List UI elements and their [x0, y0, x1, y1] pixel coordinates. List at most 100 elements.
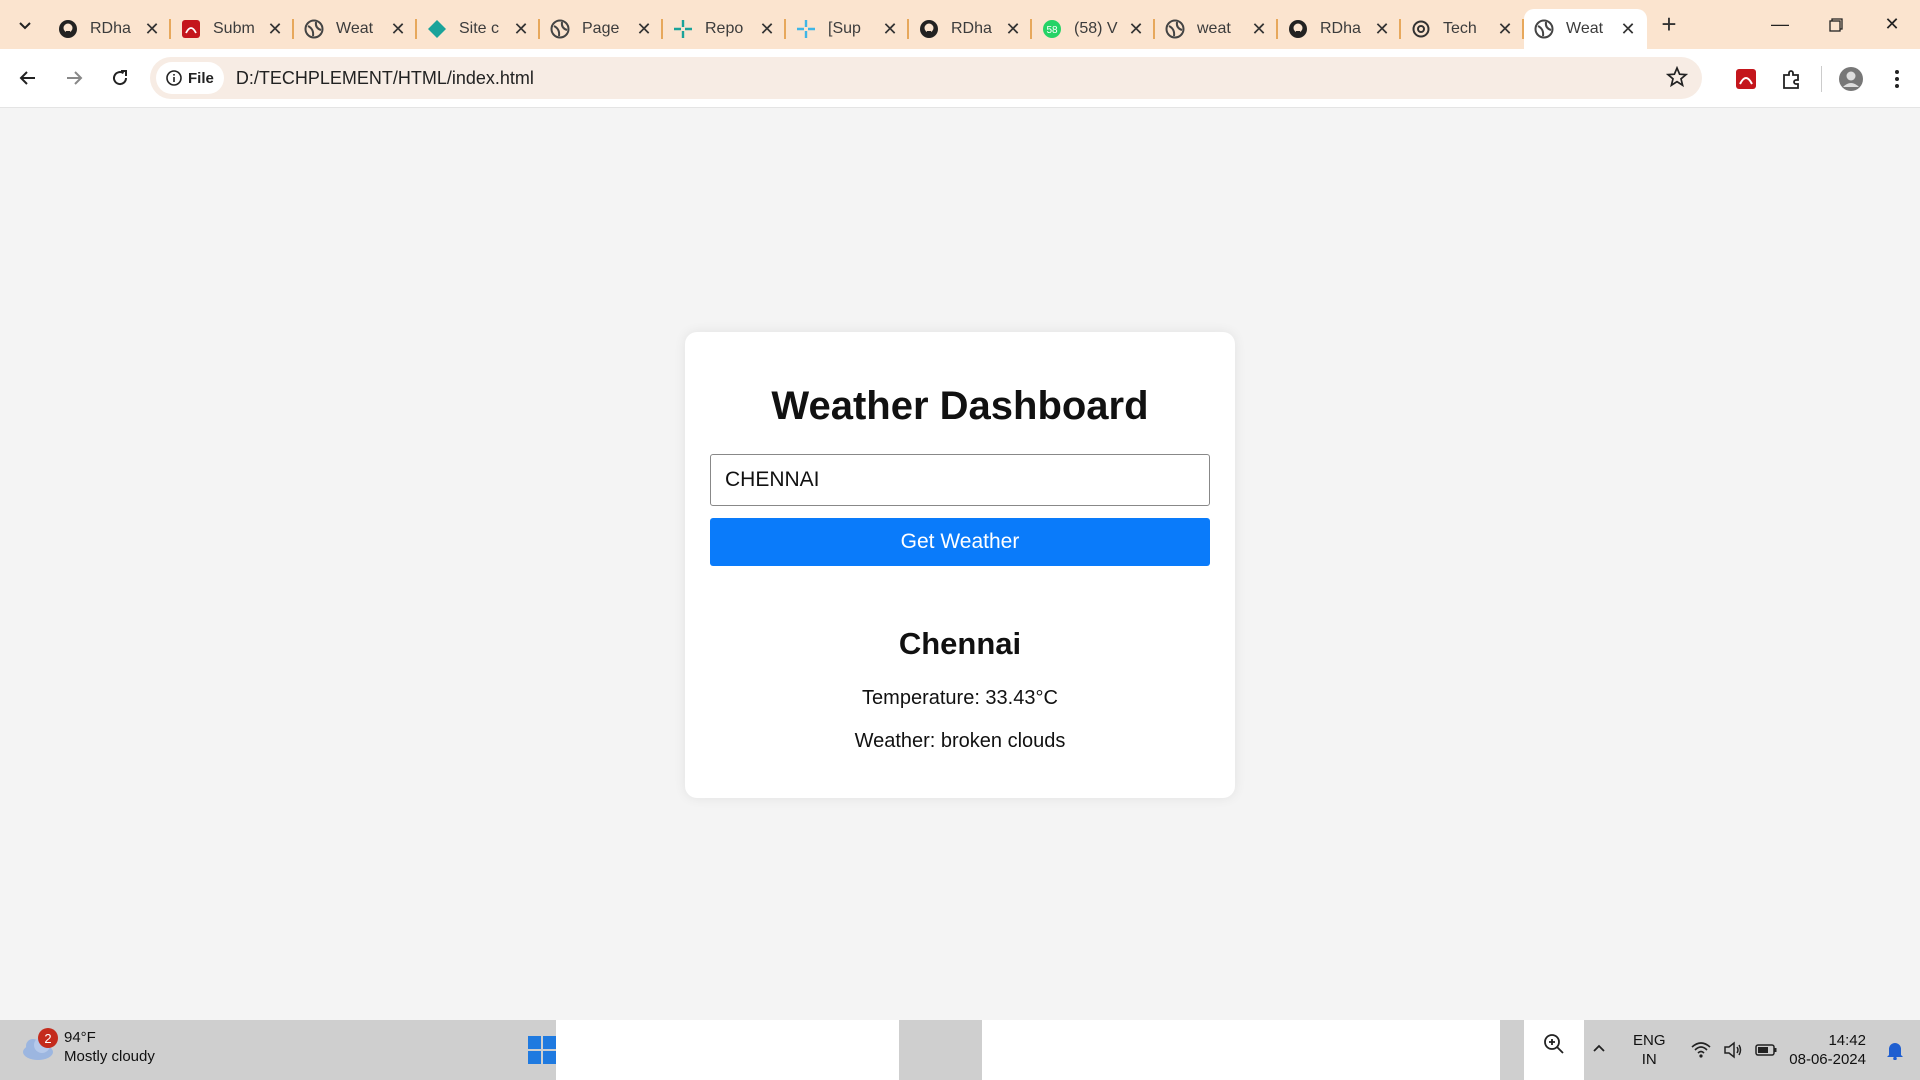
tab-3[interactable]: Weat ✕ — [294, 9, 417, 49]
cloud-icon: 2 — [20, 1028, 58, 1062]
city-input[interactable] — [710, 454, 1210, 506]
get-weather-button[interactable]: Get Weather — [710, 518, 1210, 566]
site-info-chip[interactable]: File — [156, 62, 224, 94]
restore-button[interactable] — [1808, 0, 1864, 49]
tab-7[interactable]: [Sup ✕ — [786, 9, 909, 49]
tab-5[interactable]: Page ✕ — [540, 9, 663, 49]
close-icon[interactable]: ✕ — [143, 19, 161, 40]
forward-button[interactable] — [52, 56, 96, 100]
zoom-in-icon — [1544, 1034, 1564, 1054]
more-vertical-icon — [1895, 69, 1899, 88]
menu-button[interactable] — [1874, 57, 1920, 101]
tab-title: Site c — [459, 20, 500, 37]
minimize-button[interactable]: — — [1752, 0, 1808, 49]
globe-icon — [1165, 19, 1185, 39]
close-icon[interactable]: ✕ — [266, 19, 284, 40]
lang-line2: IN — [1641, 1051, 1657, 1068]
globe-icon — [1534, 19, 1554, 39]
show-hidden-icons-button[interactable] — [1579, 1041, 1619, 1059]
taskbar-app-preview[interactable] — [982, 1020, 1500, 1080]
close-icon[interactable]: ✕ — [1127, 19, 1145, 40]
clock-time: 14:42 — [1828, 1032, 1866, 1049]
info-icon — [166, 70, 182, 86]
tray-icons[interactable] — [1691, 1041, 1777, 1059]
taskbar: 2 94°F Mostly cloudy ENG IN 14:42 08-06-… — [0, 1020, 1920, 1080]
tab-1[interactable]: RDha ✕ — [48, 9, 171, 49]
chevron-up-icon — [1593, 1044, 1605, 1052]
tab-title: Weat — [336, 20, 374, 37]
arrow-right-icon — [67, 71, 83, 85]
close-icon[interactable]: ✕ — [758, 19, 776, 40]
back-button[interactable] — [6, 56, 50, 100]
pdf-extension-button[interactable] — [1723, 57, 1769, 101]
tab-title: [Sup — [828, 20, 861, 37]
tab-title: RDha — [951, 20, 992, 37]
tab-title: Page — [582, 20, 620, 37]
profile-button[interactable] — [1828, 57, 1874, 101]
address-bar[interactable]: File D:/TECHPLEMENT/HTML/index.html — [150, 57, 1702, 99]
weather-temp: 94°F — [64, 1029, 96, 1046]
sparkle-icon — [796, 19, 816, 39]
notifications-bell-icon[interactable] — [1880, 1040, 1910, 1060]
close-icon[interactable]: ✕ — [1373, 19, 1391, 40]
tab-8[interactable]: RDha ✕ — [909, 9, 1032, 49]
notification-badge: 2 — [38, 1028, 58, 1048]
wifi-icon — [1691, 1042, 1711, 1058]
tab-10[interactable]: weat ✕ — [1155, 9, 1278, 49]
tab-title: RDha — [90, 20, 131, 37]
github-icon — [919, 19, 939, 39]
tab-strip: RDha ✕ Subm ✕ Weat ✕ Site c ✕ Page ✕ Rep… — [0, 0, 1920, 49]
volume-icon — [1724, 1041, 1742, 1059]
reload-button[interactable] — [98, 56, 142, 100]
close-icon[interactable]: ✕ — [1496, 19, 1514, 40]
window-controls: — ✕ — [1752, 0, 1920, 49]
github-icon — [1288, 19, 1308, 39]
close-icon[interactable]: ✕ — [1619, 19, 1637, 40]
weather-desc: Mostly cloudy — [64, 1048, 155, 1065]
tab-4[interactable]: Site c ✕ — [417, 9, 540, 49]
close-icon[interactable]: ✕ — [1004, 19, 1022, 40]
close-window-button[interactable]: ✕ — [1864, 0, 1920, 49]
clock[interactable]: 14:42 08-06-2024 — [1789, 1031, 1866, 1069]
browser-toolbar: File D:/TECHPLEMENT/HTML/index.html — [0, 49, 1920, 108]
tab-title: Weat — [1566, 20, 1604, 37]
close-icon[interactable]: ✕ — [389, 19, 407, 40]
reload-icon — [113, 70, 128, 86]
url-text[interactable]: D:/TECHPLEMENT/HTML/index.html — [236, 68, 534, 89]
github-icon — [58, 19, 78, 39]
globe-icon — [304, 19, 324, 39]
bookmark-star-icon[interactable] — [1665, 65, 1689, 93]
close-icon[interactable]: ✕ — [635, 19, 653, 40]
lang-line1: ENG — [1633, 1032, 1666, 1049]
tab-11[interactable]: RDha ✕ — [1278, 9, 1401, 49]
taskbar-zoom-button[interactable] — [1524, 1020, 1584, 1080]
close-icon[interactable]: ✕ — [512, 19, 530, 40]
tab-9[interactable]: 58 (58) V ✕ — [1032, 9, 1155, 49]
tab-title: Subm — [213, 20, 255, 37]
close-icon[interactable]: ✕ — [881, 19, 899, 40]
result-temperature: Temperature: 33.43°C — [862, 687, 1058, 709]
pdf-icon — [1736, 68, 1756, 89]
tab-13-active[interactable]: Weat ✕ — [1524, 9, 1647, 49]
new-tab-button[interactable]: + — [1651, 7, 1687, 43]
windows-start-icon[interactable] — [528, 1036, 556, 1064]
tab-12[interactable]: Tech ✕ — [1401, 9, 1524, 49]
chip-label: File — [188, 69, 214, 87]
tab-title: (58) V — [1074, 20, 1118, 37]
sparkle-icon — [673, 19, 693, 39]
whatsapp-icon: 58 — [1042, 19, 1062, 39]
tab-6[interactable]: Repo ✕ — [663, 9, 786, 49]
tab-2[interactable]: Subm ✕ — [171, 9, 294, 49]
extensions-button[interactable] — [1769, 57, 1815, 101]
clock-date: 08-06-2024 — [1789, 1051, 1866, 1068]
taskbar-app-preview[interactable] — [556, 1020, 899, 1080]
close-icon[interactable]: ✕ — [1250, 19, 1268, 40]
globe-icon — [550, 19, 570, 39]
tab-title: Tech — [1443, 20, 1477, 37]
diamond-icon — [427, 19, 447, 39]
taskbar-weather-widget[interactable]: 2 94°F Mostly cloudy — [20, 1028, 155, 1066]
tab-search-button[interactable] — [10, 10, 40, 40]
language-indicator[interactable]: ENG IN — [1619, 1031, 1679, 1069]
svg-text:58: 58 — [1046, 25, 1058, 36]
weather-card: Weather Dashboard Get Weather Chennai Te… — [685, 332, 1235, 798]
